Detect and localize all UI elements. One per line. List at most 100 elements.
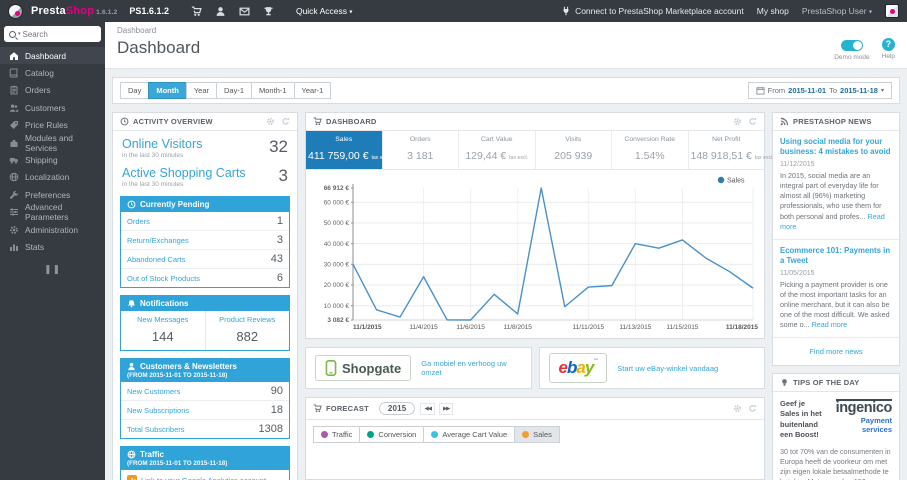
envelope-icon[interactable] (239, 6, 250, 17)
previous-year-button[interactable]: ◀◀ (420, 402, 435, 415)
range-button-year-1[interactable]: Year-1 (293, 82, 332, 99)
legend-button-average-cart-value[interactable]: Average Cart Value (423, 426, 516, 443)
demo-mode-control: Demo mode (834, 38, 870, 61)
ebay-link[interactable]: Start uw eBay-winkel vandaag (617, 364, 718, 373)
svg-text:3 082 €: 3 082 € (327, 317, 349, 324)
trophy-icon[interactable] (263, 6, 274, 17)
new-messages-link[interactable]: New Messages (123, 315, 203, 324)
conversion-dot-icon (367, 431, 375, 438)
sidebar-item-administration[interactable]: Administration (0, 221, 105, 238)
plug-icon (563, 6, 569, 16)
find-more-news-link[interactable]: Find more news (773, 338, 899, 365)
sidebar-item-orders[interactable]: Orders (0, 82, 105, 99)
shopgate-link[interactable]: Ga mobiel en verhoog uw omzet (421, 359, 521, 377)
tips-of-the-day-panel: TIPS OF THE DAY Geef je Sales in het bui… (772, 373, 900, 480)
help-control: ? Help (882, 38, 895, 61)
sidebar-item-modules[interactable]: Modules and Services (0, 133, 105, 153)
demo-mode-toggle[interactable] (840, 40, 863, 51)
clipboard-icon (9, 85, 19, 95)
sidebar-search[interactable]: ▾ (4, 26, 101, 42)
range-button-month[interactable]: Month (148, 82, 187, 99)
clock-icon (127, 200, 136, 209)
svg-text:40 000 €: 40 000 € (324, 241, 350, 248)
shopgate-logo: Shopgate (315, 355, 412, 381)
sidebar-item-shipping[interactable]: Shipping (0, 151, 105, 168)
active-carts-link[interactable]: Active Shopping Carts (122, 166, 246, 180)
news-article-title-link[interactable]: Using social media for your business: 4 … (780, 137, 892, 157)
search-input[interactable] (22, 29, 77, 39)
pending-orders-link[interactable]: Orders (127, 217, 150, 226)
sidebar-item-advanced-parameters[interactable]: Advanced Parameters (0, 202, 105, 222)
users-icon (9, 103, 19, 113)
read-more-link[interactable]: Read more (812, 320, 848, 329)
sidebar-item-dashboard[interactable]: Dashboard (0, 47, 105, 65)
tip-headline: Geef je Sales in het buitenland een Boos… (780, 399, 822, 439)
forecast-chart-area (306, 449, 764, 479)
sidebar-item-localization[interactable]: Localization (0, 169, 105, 186)
user-menu[interactable]: PrestaShop User ▾ (802, 6, 872, 16)
svg-text:10 000 €: 10 000 € (324, 303, 350, 310)
range-button-day-1[interactable]: Day-1 (216, 82, 253, 99)
notifications-section: Notifications New Messages 144 Product Re… (120, 295, 290, 351)
shop-version-label: PS1.6.1.2 (129, 6, 169, 16)
sidebar-item-preferences[interactable]: Preferences (0, 186, 105, 203)
legend-button-conversion[interactable]: Conversion (359, 426, 425, 443)
sidebar-item-catalog[interactable]: Catalog (0, 64, 105, 81)
abandoned-carts-link[interactable]: Abandoned Carts (127, 255, 185, 264)
news-article-title-link[interactable]: Ecommerce 101: Payments in a Tweet (780, 246, 892, 266)
refresh-icon[interactable] (748, 117, 757, 126)
help-icon[interactable]: ? (881, 38, 895, 51)
google-analytics-icon (127, 475, 137, 480)
gear-icon[interactable] (266, 117, 275, 126)
range-button-day[interactable]: Day (120, 82, 150, 99)
my-shop-link[interactable]: My shop (757, 6, 789, 16)
kpi-orders[interactable]: Orders 3 181 (383, 131, 459, 169)
product-reviews-link[interactable]: Product Reviews (208, 315, 288, 324)
globe-icon (127, 450, 136, 459)
out-of-stock-link[interactable]: Out of Stock Products (127, 274, 200, 283)
user-avatar[interactable] (885, 4, 899, 18)
kpi-visits[interactable]: Visits 205 939 (536, 131, 612, 169)
date-to: 2015-11-18 (840, 86, 878, 95)
kpi-cart-value[interactable]: Cart Value 129,44 € tax excl. (459, 131, 536, 169)
globe-icon (9, 172, 19, 182)
table-row: Abandoned Carts 43 (121, 249, 289, 268)
sales-chart: 3 082 € 10 000 € 20 000 € 30 000 € 40 000 € 5… (306, 170, 764, 338)
next-year-button[interactable]: ▶▶ (438, 402, 454, 415)
refresh-icon[interactable] (281, 117, 290, 126)
legend-button-traffic[interactable]: Traffic (313, 426, 361, 443)
range-button-month-1[interactable]: Month-1 (251, 82, 295, 99)
table-row: Total Subscribers 1308 (121, 419, 289, 438)
legend-button-sales[interactable]: Sales (514, 426, 560, 443)
gear-icon[interactable] (733, 117, 742, 126)
total-subscribers-link[interactable]: Total Subscribers (127, 425, 185, 434)
top-bar: PrestaShop 1.6.1.2 PS1.6.1.2 Quick Access… (0, 0, 907, 22)
gear-icon[interactable] (733, 404, 742, 413)
lightbulb-icon (780, 378, 789, 387)
sidebar-item-customers[interactable]: Customers (0, 99, 105, 116)
sidebar-item-stats[interactable]: Stats (0, 238, 105, 255)
kpi-sales[interactable]: Sales 411 759,00 € tax excl. (306, 131, 390, 169)
sidebar-item-price-rules[interactable]: Price Rules (0, 117, 105, 134)
google-analytics-link[interactable]: Link to your Google Analytics account (141, 476, 266, 480)
date-from: 2015-11-01 (788, 86, 827, 95)
news-article: Ecommerce 101: Payments in a Tweet 11/05… (773, 240, 899, 339)
date-range-picker[interactable]: From 2015-11-01 To 2015-11-18 ▾ (747, 82, 892, 99)
sidebar-collapse-toggle[interactable]: ❚❚ (0, 264, 105, 275)
kpi-conversion-rate[interactable]: Conversion Rate 1.54% (612, 131, 689, 169)
online-visitors-link[interactable]: Online Visitors (122, 137, 202, 151)
range-button-year[interactable]: Year (185, 82, 217, 99)
new-subscriptions-link[interactable]: New Subscriptions (127, 406, 189, 415)
cart-icon[interactable] (191, 5, 202, 17)
quick-access-menu[interactable]: Quick Access ▾ (296, 6, 352, 16)
kpi-net-profit[interactable]: Net Profit 148 918,51 € tax excl. (689, 131, 774, 169)
marketplace-link[interactable]: Connect to PrestaShop Marketplace accoun… (561, 6, 744, 16)
chevron-down-icon: ▾ (18, 31, 21, 37)
pending-returns-link[interactable]: Return/Exchanges (127, 236, 189, 245)
refresh-icon[interactable] (748, 404, 757, 413)
online-visitors-value: 32 (269, 137, 288, 156)
new-customers-link[interactable]: New Customers (127, 387, 180, 396)
ebay-logo: ebay™ (548, 353, 608, 383)
sales-dot-icon (522, 431, 530, 438)
person-icon[interactable] (215, 6, 226, 17)
